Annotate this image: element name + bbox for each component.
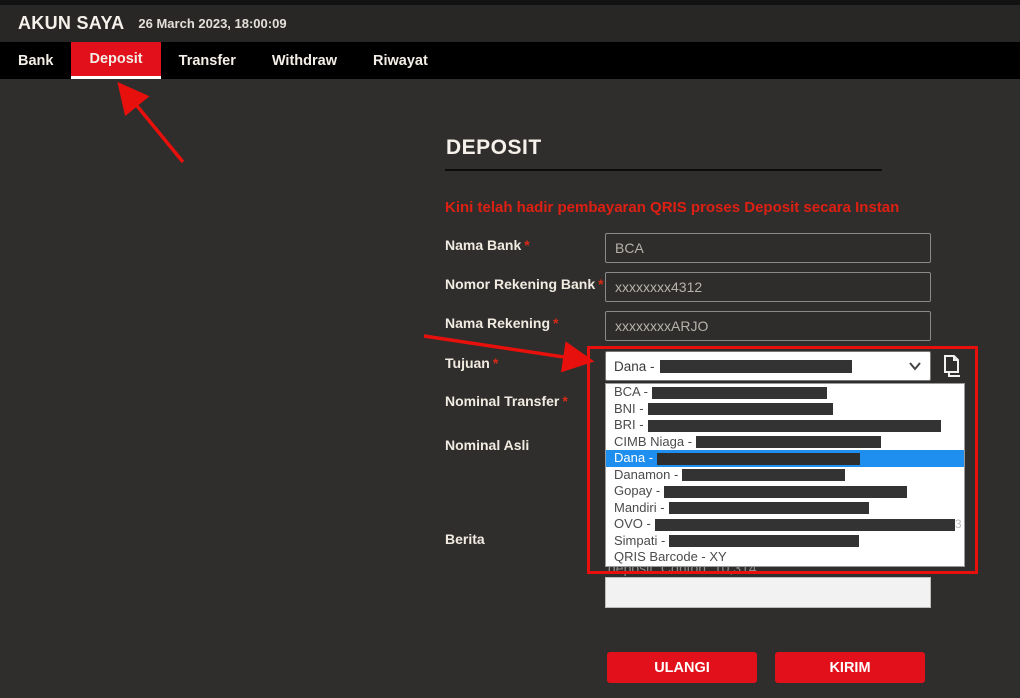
nomor-rekening-label: Nomor Rekening Bank* [445, 276, 604, 292]
option-suffix: 3 [955, 517, 962, 531]
tujuan-dropdown-list: BCA - BNI - BRI - CIMB Niaga - Dana - Da… [605, 383, 965, 567]
ulangi-button[interactable]: ULANGI [607, 652, 757, 683]
label-text: Nama Rekening [445, 315, 550, 331]
redaction-bar [660, 360, 852, 373]
tab-bank[interactable]: Bank [0, 42, 71, 79]
redaction-bar [652, 387, 827, 399]
required-asterisk: * [553, 315, 558, 331]
berita-label: Berita [445, 531, 485, 547]
dropdown-option-danamon[interactable]: Danamon - [606, 467, 964, 484]
form-title: DEPOSIT [446, 136, 542, 160]
label-text: Nomor Rekening Bank [445, 276, 595, 292]
nominal-transfer-label: Nominal Transfer* [445, 393, 568, 409]
label-text: Berita [445, 531, 485, 547]
option-label: CIMB Niaga - [614, 434, 692, 449]
redaction-bar [657, 453, 860, 465]
dropdown-option-mandiri[interactable]: Mandiri - [606, 500, 964, 517]
page-title: AKUN SAYA [18, 13, 124, 34]
required-asterisk: * [562, 393, 567, 409]
tab-withdraw[interactable]: Withdraw [254, 42, 355, 79]
option-label: Danamon - [614, 467, 678, 482]
deposit-page: AKUN SAYA 26 March 2023, 18:00:09 Bank D… [0, 0, 1020, 698]
dropdown-option-simpati[interactable]: Simpati - [606, 533, 964, 550]
option-label: OVO - [614, 516, 651, 531]
dropdown-option-ovo[interactable]: OVO - 3 [606, 516, 964, 533]
nama-rekening-value: xxxxxxxxARJO [615, 318, 708, 334]
dropdown-option-gopay[interactable]: Gopay - [606, 483, 964, 500]
required-asterisk: * [493, 355, 498, 371]
nama-bank-label: Nama Bank* [445, 237, 530, 253]
redaction-bar [682, 469, 845, 481]
label-text: Nama Bank [445, 237, 521, 253]
redaction-bar [655, 519, 955, 531]
nominal-asli-label: Nominal Asli [445, 437, 532, 453]
option-label: BRI - [614, 417, 644, 432]
main-nav: Bank Deposit Transfer Withdraw Riwayat [0, 42, 1020, 79]
account-header: AKUN SAYA 26 March 2023, 18:00:09 [0, 5, 1020, 42]
tab-transfer[interactable]: Transfer [161, 42, 254, 79]
chevron-down-icon [908, 361, 922, 371]
nama-rekening-input[interactable]: xxxxxxxxARJO [605, 311, 931, 341]
redaction-bar [648, 403, 833, 415]
nama-bank-value: BCA [615, 240, 644, 256]
dropdown-option-cimb-niaga[interactable]: CIMB Niaga - [606, 434, 964, 451]
option-label: QRIS Barcode - XY [614, 549, 727, 564]
dropdown-option-bni[interactable]: BNI - [606, 401, 964, 418]
option-label: BCA - [614, 384, 648, 399]
nama-rekening-label: Nama Rekening* [445, 315, 559, 331]
redaction-bar [669, 502, 869, 514]
option-label: Dana - [614, 450, 653, 465]
arrow-to-deposit-tab [124, 90, 183, 162]
label-text: Nominal Asli [445, 437, 529, 453]
copy-button[interactable] [937, 350, 965, 380]
nama-bank-input[interactable]: BCA [605, 233, 931, 263]
tujuan-selected-value: Dana - [614, 359, 655, 374]
title-divider [445, 169, 882, 171]
redaction-bar [664, 486, 907, 498]
nomor-rekening-input[interactable]: xxxxxxxx4312 [605, 272, 931, 302]
label-text: Nominal Transfer [445, 393, 559, 409]
dropdown-option-dana[interactable]: Dana - [606, 450, 964, 467]
dropdown-option-bca[interactable]: BCA - [606, 384, 964, 401]
required-asterisk: * [598, 276, 603, 292]
required-asterisk: * [524, 237, 529, 253]
redaction-bar [696, 436, 881, 448]
option-label: BNI - [614, 401, 644, 416]
redaction-bar [648, 420, 941, 432]
datetime-label: 26 March 2023, 18:00:09 [138, 16, 286, 31]
tujuan-select[interactable]: Dana - [605, 351, 931, 381]
tab-riwayat[interactable]: Riwayat [355, 42, 446, 79]
redaction-bar [669, 535, 859, 547]
copy-icon [938, 351, 964, 379]
qris-notice: Kini telah hadir pembayaran QRIS proses … [445, 199, 899, 216]
option-label: Gopay - [614, 483, 660, 498]
kirim-button[interactable]: KIRIM [775, 652, 925, 683]
tujuan-label: Tujuan* [445, 355, 498, 371]
label-text: Tujuan [445, 355, 490, 371]
nomor-rekening-value: xxxxxxxx4312 [615, 279, 702, 295]
berita-textarea[interactable] [605, 577, 931, 608]
dropdown-option-qris-barcode[interactable]: QRIS Barcode - XY [606, 549, 964, 566]
option-label: Mandiri - [614, 500, 665, 515]
option-label: Simpati - [614, 533, 665, 548]
dropdown-option-bri[interactable]: BRI - [606, 417, 964, 434]
tab-deposit[interactable]: Deposit [71, 42, 160, 79]
